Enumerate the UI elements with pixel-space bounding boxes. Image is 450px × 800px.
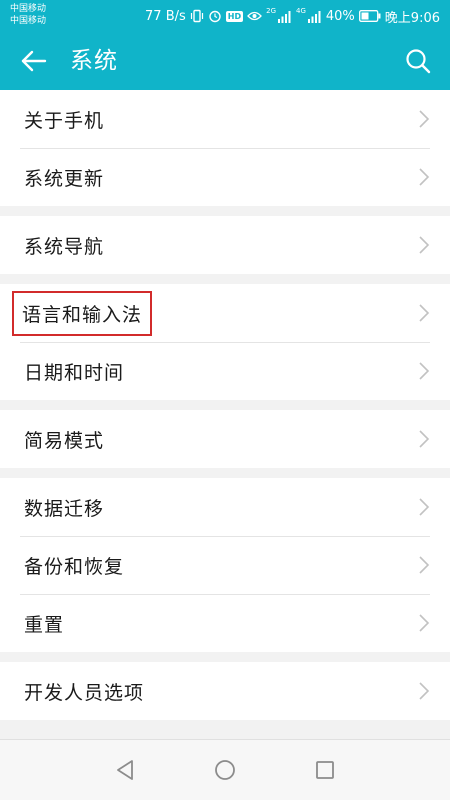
- settings-group-1: 关于手机 系统更新: [0, 90, 450, 206]
- settings-item-simple-mode[interactable]: 简易模式: [0, 410, 450, 468]
- network-type-2: 4G: [296, 7, 306, 15]
- chevron-right-icon: [419, 236, 430, 254]
- settings-item-label: 系统导航: [24, 235, 105, 258]
- group-divider: [0, 400, 450, 410]
- chevron-right-icon: [419, 110, 430, 128]
- back-button[interactable]: [14, 44, 54, 78]
- chevron-right-icon: [419, 682, 430, 700]
- settings-item-about-phone[interactable]: 关于手机: [0, 90, 450, 148]
- status-indicators: 77 B/s HD 2G 4G 40% 晚上9:06: [145, 7, 440, 26]
- settings-item-date-time[interactable]: 日期和时间: [0, 342, 450, 400]
- settings-item-label: 系统更新: [24, 167, 105, 190]
- settings-item-backup-restore[interactable]: 备份和恢复: [0, 536, 450, 594]
- search-icon: [406, 49, 431, 74]
- settings-item-data-migration[interactable]: 数据迁移: [0, 478, 450, 536]
- settings-group-3: 语言和输入法 日期和时间: [0, 284, 450, 400]
- settings-group-5: 数据迁移 备份和恢复 重置: [0, 478, 450, 652]
- group-divider: [0, 652, 450, 662]
- settings-item-label: 数据迁移: [24, 497, 105, 520]
- net-speed: 77 B/s: [145, 8, 186, 24]
- network-type-1: 2G: [266, 7, 276, 15]
- arrow-left-icon: [21, 50, 47, 72]
- battery-percent: 40%: [325, 8, 355, 24]
- settings-item-reset[interactable]: 重置: [0, 594, 450, 652]
- alarm-icon: [208, 9, 222, 23]
- settings-item-label: 日期和时间: [24, 361, 125, 384]
- settings-group-2: 系统导航: [0, 216, 450, 274]
- nav-back-button[interactable]: [113, 758, 137, 782]
- settings-item-label: 重置: [24, 613, 65, 636]
- settings-item-system-update[interactable]: 系统更新: [0, 148, 450, 206]
- search-button[interactable]: [400, 44, 436, 78]
- nav-home-button[interactable]: [213, 758, 237, 782]
- settings-item-label-highlighted: 语言和输入法: [12, 290, 153, 336]
- chevron-right-icon: [419, 498, 430, 516]
- group-divider: [0, 206, 450, 216]
- carrier-2: 中国移动: [10, 16, 47, 26]
- nav-recents-button[interactable]: [313, 758, 337, 782]
- chevron-right-icon: [419, 304, 430, 322]
- back-triangle-icon: [117, 760, 133, 780]
- settings-item-language-input[interactable]: 语言和输入法: [0, 284, 450, 342]
- battery-icon: [358, 10, 381, 22]
- page-title: 系统: [70, 48, 118, 74]
- eye-icon: [247, 10, 262, 22]
- chevron-right-icon: [419, 430, 430, 448]
- home-circle-icon: [215, 760, 235, 780]
- hd-icon: HD: [225, 10, 244, 22]
- settings-item-system-navigation[interactable]: 系统导航: [0, 216, 450, 274]
- screen: 中国移动 中国移动 77 B/s HD 2G 4G 40% 晚上9:06 系统 …: [0, 0, 450, 800]
- chevron-right-icon: [419, 614, 430, 632]
- settings-group-6: 开发人员选项: [0, 662, 450, 720]
- signal-icon: [307, 10, 322, 23]
- group-divider: [0, 274, 450, 284]
- settings-item-label: 关于手机: [24, 109, 105, 132]
- clock: 晚上9:06: [384, 10, 440, 26]
- settings-group-4: 简易模式: [0, 410, 450, 468]
- signal-icon: [278, 10, 292, 23]
- settings-list: 关于手机 系统更新 系统导航 语言和输入法 日期和时间 简易模式 数据迁移 备份…: [0, 90, 450, 720]
- vibrate-icon: [190, 9, 204, 23]
- status-bar: 中国移动 中国移动 77 B/s HD 2G 4G 40% 晚上9:06: [0, 0, 450, 32]
- settings-item-label: 开发人员选项: [24, 681, 145, 704]
- settings-item-label: 备份和恢复: [24, 555, 125, 578]
- carrier-info: 中国移动 中国移动: [10, 3, 46, 27]
- settings-item-developer-options[interactable]: 开发人员选项: [0, 662, 450, 720]
- carrier-1: 中国移动: [10, 4, 47, 14]
- system-nav-bar: [0, 739, 450, 800]
- chevron-right-icon: [419, 362, 430, 380]
- chevron-right-icon: [419, 556, 430, 574]
- recents-square-icon: [316, 761, 334, 779]
- settings-item-label: 简易模式: [24, 429, 105, 452]
- chevron-right-icon: [419, 168, 430, 186]
- app-bar: 系统: [0, 32, 450, 90]
- group-divider: [0, 468, 450, 478]
